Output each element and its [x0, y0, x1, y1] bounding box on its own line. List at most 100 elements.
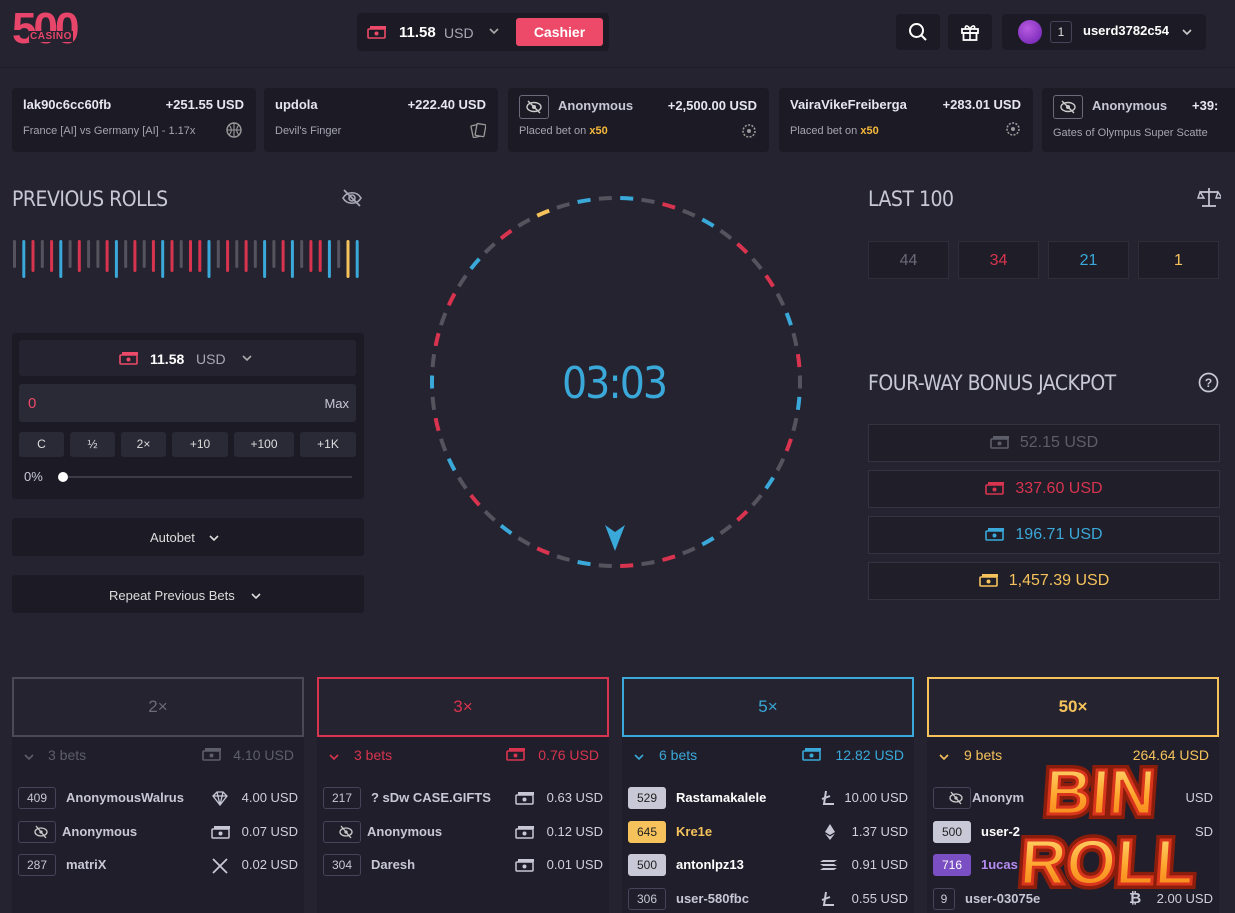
roll-bar-gray — [216, 240, 220, 268]
search-icon — [909, 23, 927, 41]
roll-bar-gray — [13, 240, 16, 268]
hidden-user-icon — [1053, 95, 1083, 119]
roll-bar-red — [198, 240, 202, 272]
bet-row[interactable]: 306 user-580fbc 0.55 USD — [628, 888, 908, 912]
feed-card[interactable]: VairaVikeFreiberga +283.01 USD Placed be… — [779, 88, 1033, 152]
wheel-segment-gray — [719, 228, 733, 240]
bettor-name: Anonymous — [62, 824, 138, 839]
bets-total: 4.10 USD — [233, 747, 294, 763]
bet-row[interactable]: 217 ? sDw CASE.GIFTS 0.63 USD — [323, 787, 603, 811]
repeat-bets-button[interactable]: Repeat Previous Bets — [12, 575, 364, 613]
bet-amount-input[interactable]: 0 Max — [19, 384, 356, 422]
wheel-segment-blue — [499, 524, 513, 536]
wheel-segment-red — [620, 563, 634, 568]
bet-50x-button[interactable]: 50× — [927, 677, 1219, 737]
bet-row[interactable]: 529 Rastamakalele 10.00 USD — [628, 787, 908, 811]
wheel-segment-red — [433, 332, 441, 347]
wheel-segment-red — [661, 554, 676, 562]
roll-bar-blue — [59, 240, 63, 278]
bet-amount: 0.07 USD — [241, 824, 298, 839]
cashier-button[interactable]: Cashier — [516, 18, 603, 46]
bet-slider-track[interactable] — [60, 476, 352, 478]
max-button[interactable]: Max — [324, 396, 349, 411]
casino-logo[interactable]: 500 CASINO — [12, 4, 79, 56]
wheel-segment-red — [736, 242, 749, 255]
wheel-segment-blue — [764, 476, 775, 490]
hidden-user-icon — [18, 821, 56, 843]
feed-card[interactable]: lak90c6cc60fb +251.55 USD France [AI] vs… — [12, 88, 256, 152]
promo-line-2: ROLL — [1018, 826, 1197, 898]
bet-5x-button[interactable]: 5× — [622, 677, 914, 737]
wheel-segment-blue — [795, 396, 802, 411]
bet-row[interactable]: 645 Kre1e 1.37 USD — [628, 821, 908, 845]
roll-bar-red — [50, 240, 54, 272]
roll-bar-gray — [253, 240, 257, 268]
user-level-badge: 645 — [628, 821, 666, 843]
scale-icon[interactable] — [1197, 186, 1221, 208]
double-button[interactable]: 2× — [121, 432, 166, 457]
search-button[interactable] — [896, 14, 940, 50]
chevron-down-icon[interactable] — [24, 754, 34, 762]
bet-2x-button[interactable]: 2× — [12, 677, 304, 737]
cash-stack-icon — [515, 826, 534, 839]
bet-row[interactable]: Anonymous 0.07 USD — [18, 821, 298, 845]
feed-card[interactable]: updola +222.40 USD Devil's Finger — [264, 88, 498, 152]
bet-row[interactable]: Anonymous 0.12 USD — [323, 821, 603, 845]
bet-currency-selector[interactable]: 11.58 USD — [19, 340, 356, 376]
bet-amount: 4.00 USD — [241, 790, 298, 805]
autobet-button[interactable]: Autobet — [12, 518, 364, 556]
chevron-down-icon — [209, 535, 219, 542]
user-menu[interactable]: 1 userd3782c54 — [1002, 14, 1206, 50]
wheel-segment-red — [784, 438, 793, 452]
clear-button[interactable]: C — [19, 432, 64, 457]
feed-game: Placed bet on x50 — [519, 125, 608, 137]
wheel-segment-blue — [469, 257, 481, 271]
roll-bar-gray — [272, 240, 276, 268]
roll-bar-gray — [68, 240, 72, 268]
previous-rolls-title: PREVIOUS ROLLS — [12, 187, 168, 211]
roll-bar-blue — [263, 240, 267, 278]
plus-10-button[interactable]: +10 — [172, 432, 228, 457]
feed-card[interactable]: Anonymous +39: Gates of Olympus Super Sc… — [1042, 88, 1235, 152]
wheel-segment-blue — [577, 560, 591, 567]
bet-row[interactable]: 409 AnonymousWalrus 4.00 USD — [18, 787, 298, 811]
half-button[interactable]: ½ — [70, 432, 115, 457]
repeat-bets-label: Repeat Previous Bets — [109, 588, 235, 603]
roll-bar-blue — [114, 240, 118, 278]
roll-bar-gray — [235, 240, 239, 268]
previous-rolls-bars — [13, 240, 359, 278]
roll-bar-red — [244, 240, 248, 272]
feed-card[interactable]: Anonymous +2,500.00 USD Placed bet on x5… — [508, 88, 769, 152]
chevron-down-icon — [1182, 29, 1192, 36]
cash-stack-icon — [985, 528, 1005, 541]
bet-row[interactable]: 304 Daresh 0.01 USD — [323, 854, 603, 878]
cards-icon — [470, 122, 486, 138]
bets-count: 3 bets — [48, 747, 87, 763]
chevron-down-icon[interactable] — [634, 754, 644, 762]
feed-game: Placed bet on x50 — [790, 125, 879, 137]
bets-count: 3 bets — [354, 747, 393, 763]
bets-list-5x: 6 bets 12.82 USD 529 Rastamakalele 10.00 U… — [622, 737, 914, 913]
bet-amount: 10.00 USD — [844, 790, 908, 805]
roll-bar-red — [318, 240, 322, 272]
bet-slider-handle[interactable] — [58, 472, 68, 482]
jackpot-gray-amount: 52.15 USD — [1019, 434, 1099, 451]
hidden-user-icon — [323, 821, 361, 843]
bet-row[interactable]: 500 antonlpz13 0.91 USD — [628, 854, 908, 878]
wheel-icon — [1006, 122, 1020, 136]
bet-3x-button[interactable]: 3× — [317, 677, 609, 737]
rewards-button[interactable] — [948, 14, 992, 50]
chevron-down-icon — [242, 355, 252, 362]
hide-eye-icon[interactable] — [341, 188, 363, 208]
plus-100-button[interactable]: +100 — [234, 432, 294, 457]
feed-game: Devil's Finger — [275, 125, 342, 137]
user-level-badge: 409 — [18, 787, 56, 809]
chevron-down-icon[interactable] — [329, 754, 339, 762]
cash-stack-icon — [515, 859, 534, 872]
plus-1k-button[interactable]: +1K — [300, 432, 356, 457]
wheel-segment-gray — [517, 536, 531, 547]
chevron-down-icon[interactable] — [939, 754, 949, 762]
bet-row[interactable]: 287 matriX 0.02 USD — [18, 854, 298, 878]
help-icon[interactable]: ? — [1198, 372, 1219, 393]
jackpot-red-amount: 337.60 USD — [1015, 480, 1103, 497]
